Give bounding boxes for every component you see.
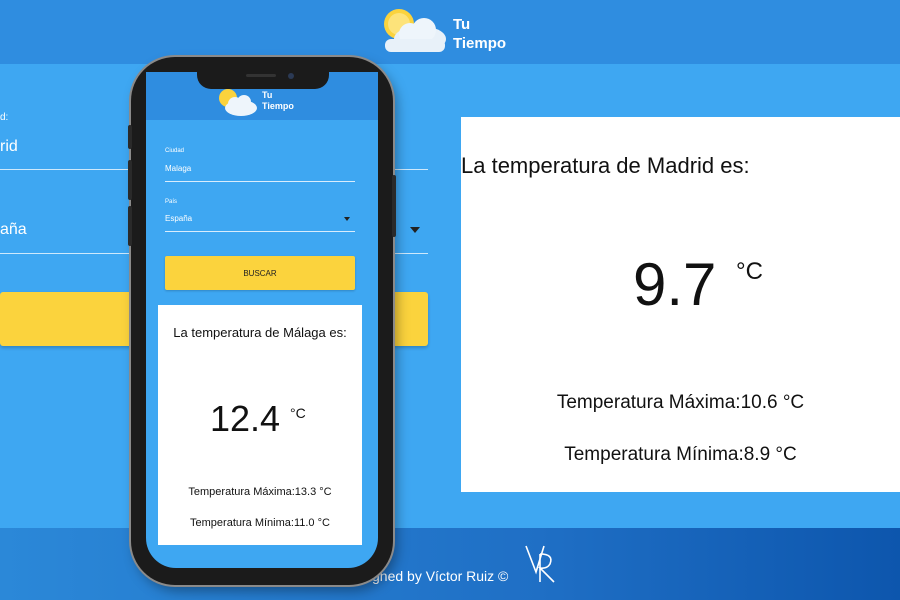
phone-result-min: Temperatura Mínima:11.0 °C [190,517,330,529]
sun-cloud-icon [219,89,257,116]
phone-logo-line-2: Tiempo [262,101,294,111]
city-label: d: [0,112,9,123]
phone-country-label: País [165,199,178,205]
result-temperature: 9.7 [633,251,717,318]
vr-signature-icon [525,545,555,583]
phone-country-underline [165,231,355,232]
result-unit: °C [736,258,763,285]
phone-result-title: La temperatura de Málaga es: [173,325,347,340]
phone-city-input[interactable]: Malaga [165,164,191,173]
phone-side-button [128,206,132,246]
phone-search-button[interactable]: BUSCAR [165,256,355,290]
logo-line-2: Tiempo [453,35,507,52]
footer-credit: gned by Víctor Ruiz © [372,568,509,584]
phone-city-underline [165,181,355,182]
phone-result-max: Temperatura Máxima:13.3 °C [188,486,332,498]
result-max-temp: Temperatura Máxima:10.6 °C [556,392,805,413]
phone-power-button [392,175,396,237]
logo-text: Tu Tiempo [453,15,506,53]
phone-side-button [128,160,132,200]
phone-city-label: Ciudad [165,148,185,154]
app-logo[interactable]: Tu Tiempo [380,6,530,56]
phone-country-select[interactable]: España [165,214,192,223]
result-min-temp: Temperatura Mínima:8.9 °C [564,444,797,465]
phone-speaker [246,74,276,77]
caret-down-icon[interactable] [410,227,420,233]
phone-side-button [128,125,132,149]
phone-logo-text: Tu Tiempo [262,90,294,112]
city-input[interactable]: rid [0,138,18,156]
caret-down-icon[interactable] [344,217,350,221]
phone-result-temperature: 12.4 [210,398,281,439]
result-title: La temperatura de Madrid es: [461,153,750,178]
sun-cloud-icon [384,9,446,52]
phone-camera [288,73,294,79]
phone-notch [197,67,329,89]
logo-line-1: Tu [453,16,471,33]
phone-logo-line-1: Tu [262,90,273,100]
phone-result-unit: °C [290,405,306,421]
country-select[interactable]: aña [0,221,27,239]
